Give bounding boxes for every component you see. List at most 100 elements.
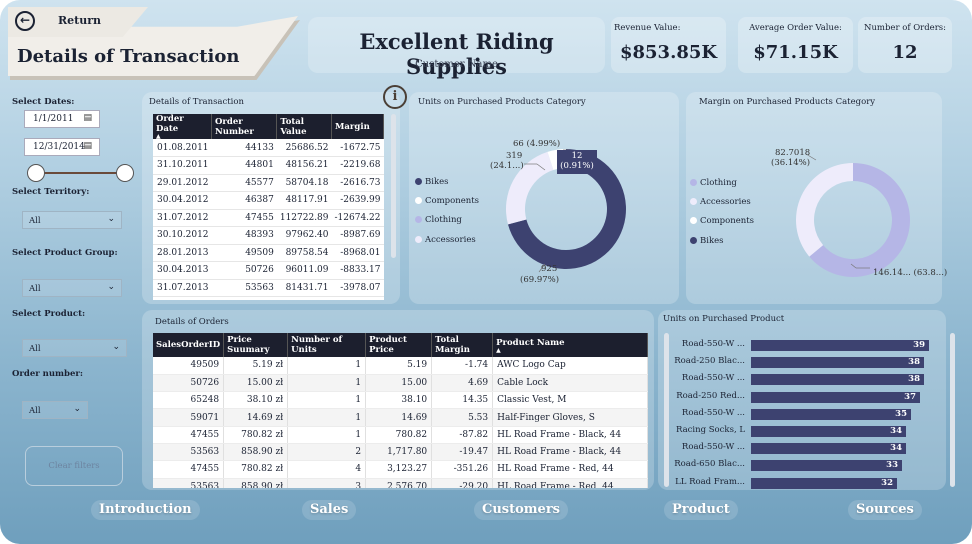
table-row[interactable]: 47455 780.82 zł 4 3,123.27 -351.26 HL Road Fr… xyxy=(153,460,648,479)
table-row[interactable]: 65248 38.10 zł 1 38.10 14.35 Classic Vest, M xyxy=(153,391,648,410)
table-cell: 28.01.2013 xyxy=(153,244,212,262)
date-slider-start-handle[interactable] xyxy=(27,164,45,182)
table-cell: 3,123.27 xyxy=(365,460,433,479)
column-header-margin[interactable]: Margin xyxy=(331,114,384,139)
table-cell: 47455 xyxy=(153,426,225,444)
table-row[interactable]: 31.07.2013 53563 81431.71 -3978.07 xyxy=(153,279,384,297)
bar-value: 38 xyxy=(908,357,920,368)
table-cell: 15.00 zł xyxy=(223,374,289,393)
table-row[interactable]: 30.04.2013 50726 96011.09 -8833.17 xyxy=(153,261,384,280)
chevron-down-icon[interactable]: ⌄ xyxy=(107,214,115,224)
table-cell: 01.08.2011 xyxy=(153,139,212,157)
table-cell: 53563 xyxy=(211,279,277,297)
table-cell: 45577 xyxy=(211,174,277,192)
chevron-down-icon[interactable]: ⌄ xyxy=(73,404,81,414)
return-icon[interactable]: ← xyxy=(15,11,35,31)
start-date-input[interactable]: 1/1/2011 ▤ xyxy=(24,110,100,128)
table-row[interactable]: 53563 858.90 zł 2 1,717.80 -19.47 HL Road Fra… xyxy=(153,443,648,462)
margin-legend-components[interactable]: Components xyxy=(690,216,754,226)
nav-tab-sources[interactable]: Sources xyxy=(848,500,922,520)
table-cell: 30.04.2012 xyxy=(153,191,212,210)
table-row[interactable]: 30.10.2012 48393 97962.40 -8987.69 xyxy=(153,226,384,245)
table-cell: 59071 xyxy=(153,408,225,427)
transactions-scrollbar[interactable] xyxy=(391,114,396,258)
table-cell: 5.53 xyxy=(431,408,494,427)
product-dropdown[interactable]: All ⌄ xyxy=(22,339,127,357)
table-cell: 780.82 zł xyxy=(223,460,289,479)
table-row[interactable]: 50726 15.00 zł 1 15.00 4.69 Cable Lock xyxy=(153,374,648,393)
avg-order-kpi-label: Average Order Value: xyxy=(749,23,842,33)
column-header-sales-order-id[interactable]: SalesOrderID xyxy=(153,333,225,357)
table-cell: Cable Lock xyxy=(492,374,648,393)
date-slider-end-handle[interactable] xyxy=(116,164,134,182)
column-header-price-summary[interactable]: Price Suumary xyxy=(223,333,289,357)
clear-filters-button[interactable]: Clear filters xyxy=(25,446,123,486)
table-cell: 48156.21 xyxy=(276,156,332,175)
nav-tab-product[interactable]: Product xyxy=(664,500,738,520)
units-product-scrollbar[interactable] xyxy=(664,333,669,487)
table-row[interactable]: 49509 5.19 zł 1 5.19 -1.74 AWC Logo Cap xyxy=(153,357,648,375)
table-row[interactable]: 53563 858.90 zł 3 2,576.70 -29.20 HL Road Fra… xyxy=(153,478,648,488)
product-group-value: All xyxy=(29,284,41,294)
table-cell: 14.69 xyxy=(365,408,433,427)
chevron-down-icon[interactable]: ⌄ xyxy=(107,282,115,292)
calendar-icon[interactable]: ▤ xyxy=(83,141,92,151)
table-row[interactable]: 30.04.2012 46387 48117.91 -2639.99 xyxy=(153,191,384,210)
clothing-slice[interactable] xyxy=(796,163,853,257)
orders-title: Details of Orders xyxy=(155,317,229,327)
table-cell: 49509 xyxy=(211,244,277,262)
units-product-scrollbar-right[interactable] xyxy=(950,333,955,487)
table-cell: 53563 xyxy=(153,443,225,462)
return-label[interactable]: Return xyxy=(58,14,101,27)
order-number-dropdown[interactable]: All ⌄ xyxy=(22,401,88,419)
column-header-number-of-units[interactable]: Number of Units xyxy=(287,333,367,357)
nav-tab-sales[interactable]: Sales xyxy=(302,500,357,520)
table-cell: 97962.40 xyxy=(276,226,332,245)
table-cell: HL Road Frame - Red, 44 xyxy=(492,460,648,479)
table-row[interactable]: 28.01.2013 49509 89758.54 -8968.01 xyxy=(153,244,384,262)
table-cell: 112722.89 xyxy=(276,209,332,227)
table-cell: 31.07.2012 xyxy=(153,209,212,227)
bar-value: 33 xyxy=(886,460,898,471)
table-cell: -1.74 xyxy=(431,357,494,375)
units-legend-accessories[interactable]: Accessories xyxy=(415,235,476,245)
table-cell: -2616.73 xyxy=(331,174,384,192)
page-title: Details of Transaction xyxy=(17,46,240,67)
revenue-kpi-label: Revenue Value: xyxy=(614,23,681,33)
table-cell: 29.01.2012 xyxy=(153,174,212,192)
table-cell: 50726 xyxy=(211,261,277,280)
date-slider-track[interactable] xyxy=(36,172,126,174)
bar-label: Road-250 Blac... xyxy=(674,356,745,367)
margin-legend-bikes[interactable]: Bikes xyxy=(690,236,724,246)
units-legend-clothing[interactable]: Clothing xyxy=(415,215,462,225)
column-header-product-name[interactable]: Product Name ▲ xyxy=(492,333,648,357)
units-legend-components[interactable]: Components xyxy=(415,196,479,206)
column-header-order-number[interactable]: Order Number xyxy=(211,114,278,139)
table-row[interactable]: 31.07.2012 47455 112722.89 -12674.22 xyxy=(153,209,384,227)
chevron-down-icon[interactable]: ⌄ xyxy=(112,342,120,352)
margin-bikes-label: 146.14... (63.8...) xyxy=(873,268,948,278)
end-date-input[interactable]: 12/31/2014 ▤ xyxy=(24,138,100,156)
table-cell: 14.35 xyxy=(431,391,494,410)
product-group-dropdown[interactable]: All ⌄ xyxy=(22,279,122,297)
nav-tab-customers[interactable]: Customers xyxy=(474,500,568,520)
margin-legend-clothing[interactable]: Clothing xyxy=(690,178,737,188)
column-header-product-price[interactable]: Product Price xyxy=(365,333,433,357)
table-row[interactable]: 47455 780.82 zł 1 780.82 -87.82 HL Road Frame… xyxy=(153,426,648,444)
column-header-order-date[interactable]: Order Date ▲ xyxy=(153,114,213,140)
info-icon[interactable]: i xyxy=(383,85,407,109)
units-legend-bikes[interactable]: Bikes xyxy=(415,177,449,187)
column-header-total-margin[interactable]: Total Margin xyxy=(431,333,494,357)
calendar-icon[interactable]: ▤ xyxy=(83,113,92,123)
table-row[interactable]: 01.08.2011 44133 25686.52 -1672.75 xyxy=(153,139,384,157)
territory-dropdown[interactable]: All ⌄ xyxy=(22,211,122,229)
nav-tab-introduction[interactable]: Introduction xyxy=(91,500,200,520)
table-row[interactable]: 31.10.2011 44801 48156.21 -2219.68 xyxy=(153,156,384,175)
margin-legend-accessories[interactable]: Accessories xyxy=(690,197,751,207)
table-cell: 48117.91 xyxy=(276,191,332,210)
table-row[interactable]: 59071 14.69 zł 1 14.69 5.53 Half-Finger Glove… xyxy=(153,408,648,427)
units-clothing-pct: (24.1...) xyxy=(490,161,524,171)
table-row[interactable]: 29.01.2012 45577 58704.18 -2616.73 xyxy=(153,174,384,192)
column-header-total-value[interactable]: Total Value xyxy=(276,114,333,139)
bar-value: 34 xyxy=(890,443,902,454)
